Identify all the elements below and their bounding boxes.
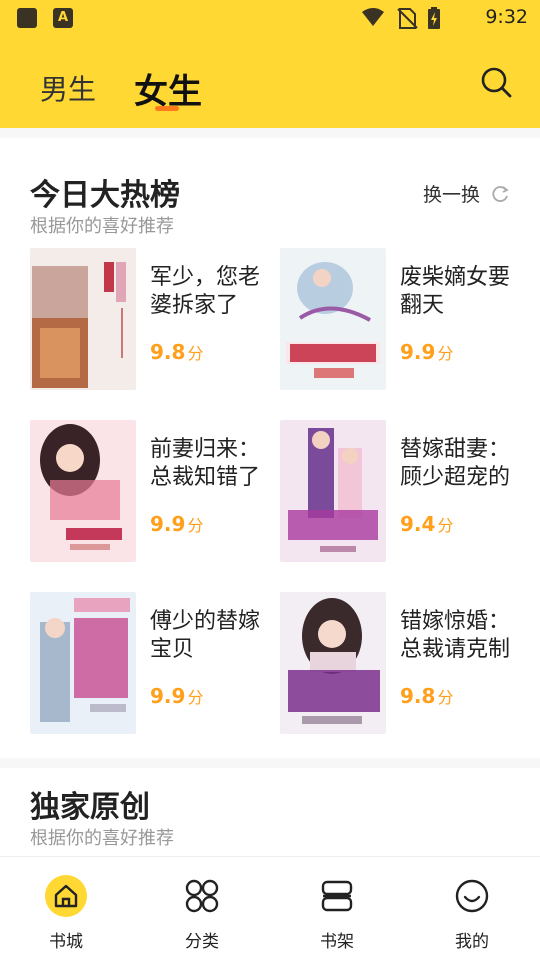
battery-charging-icon [428,7,440,29]
search-icon[interactable] [478,64,514,100]
app-icon [17,8,37,28]
status-time: 9:32 [485,6,528,28]
nav-category[interactable]: 分类 [152,875,252,952]
section-title: 今日大热榜 [30,178,180,213]
book-title: 前妻归来：总裁知错了 [150,437,261,490]
nav-profile[interactable]: 我的 [422,875,522,952]
book-item[interactable]: 替嫁甜妻：顾少超宠的 9.4 分 [280,420,516,562]
book-item[interactable]: 前妻归来：总裁知错了 9.9 分 [30,420,266,562]
book-cover [30,592,136,734]
book-title: 傅少的替嫁宝贝 [150,609,261,662]
refresh-icon [492,185,509,202]
book-score: 9.9 分 [400,340,454,364]
refresh-button[interactable]: 换一换 [423,180,510,207]
book-title: 废柴嫡女要翻天 [400,265,511,318]
active-tab-indicator [155,106,179,111]
refresh-label: 换一换 [422,184,480,206]
book-title: 替嫁甜妻：顾少超宠的 [400,437,511,490]
notification-app-icon: A [53,8,73,28]
book-cover [280,420,386,562]
book-title: 军少，您老婆拆家了 [150,265,261,318]
status-bar: A 9:32 [0,0,540,36]
nav-label: 书架 [320,932,354,952]
category-icon [185,879,219,913]
book-cover [30,420,136,562]
book-cover [30,248,136,390]
wifi-icon [362,8,384,26]
book-score: 9.9 分 [150,684,204,708]
status-icons [362,7,440,29]
original-section: 独家原创 根据你的喜好推荐 [0,768,540,856]
nav-label: 我的 [455,932,489,952]
book-score: 9.8 分 [400,684,454,708]
profile-icon [455,879,489,913]
book-title: 错嫁惊婚：总裁请克制 [400,609,511,662]
section-subtitle: 根据你的喜好推荐 [30,828,174,849]
hot-list-section: 今日大热榜 根据你的喜好推荐 换一换 军少，您老婆拆家了 9.8 分 废柴嫡女要… [0,138,540,758]
section-subtitle: 根据你的喜好推荐 [30,216,174,237]
no-sim-icon [397,8,418,29]
book-item[interactable]: 废柴嫡女要翻天 9.9 分 [280,248,516,390]
main-content[interactable]: 今日大热榜 根据你的喜好推荐 换一换 军少，您老婆拆家了 9.8 分 废柴嫡女要… [0,128,540,856]
book-item[interactable]: 错嫁惊婚：总裁请克制 9.8 分 [280,592,516,734]
nav-label: 分类 [185,932,219,952]
bottom-nav: 书城 分类 书架 我的 [0,856,540,960]
book-score: 9.9 分 [150,512,204,536]
section-title: 独家原创 [30,790,150,825]
top-header: A 9:32 男生 女生 [0,0,540,128]
nav-bookshelf[interactable]: 书架 [287,875,387,952]
tab-male[interactable]: 男生 [40,68,96,108]
book-score: 9.4 分 [400,512,454,536]
nav-label: 书城 [49,932,83,952]
book-score: 9.8 分 [150,340,204,364]
nav-home[interactable]: 书城 [16,875,116,952]
book-cover [280,248,386,390]
book-cover [280,592,386,734]
book-item[interactable]: 傅少的替嫁宝贝 9.9 分 [30,592,266,734]
book-item[interactable]: 军少，您老婆拆家了 9.8 分 [30,248,266,390]
bookshelf-icon [321,880,353,912]
home-icon [45,875,87,917]
